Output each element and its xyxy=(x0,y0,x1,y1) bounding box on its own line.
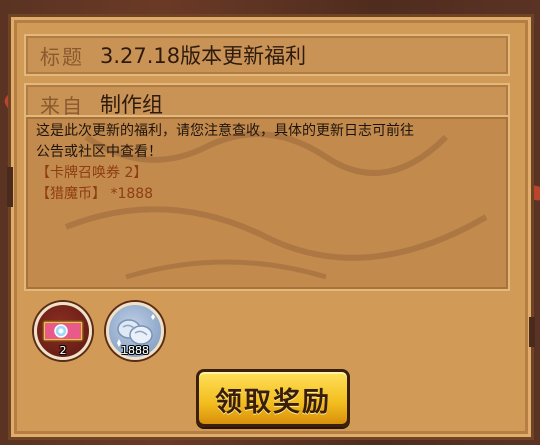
reward-line: 【猎魔币】 *1888 xyxy=(36,186,154,202)
message-line: 公告或社区中查看！ xyxy=(36,144,162,160)
attachment-card-summon-ticket[interactable]: 2 xyxy=(34,302,92,360)
reward-line: 【卡牌召唤券 2】 xyxy=(36,165,148,181)
attachment-demon-hunter-coin[interactable]: 1888 xyxy=(106,302,164,360)
message-body[interactable]: 这是此次更新的福利，请您注意查收，具体的更新日志可前往 公告或社区中查看！ 【卡… xyxy=(24,115,510,291)
title-field: 标题 3.27.18版本更新福利 xyxy=(24,34,510,76)
claim-reward-label: 领取奖励 xyxy=(215,387,331,418)
message-line: 这是此次更新的福利，请您注意查收，具体的更新日志可前往 xyxy=(36,123,414,139)
title-label: 标题 xyxy=(40,45,84,69)
claim-reward-button[interactable]: 领取奖励 xyxy=(196,369,350,427)
attachment-count: 2 xyxy=(59,344,67,357)
attachment-count: 1888 xyxy=(121,344,149,357)
message-text: 这是此次更新的福利，请您注意查收，具体的更新日志可前往 公告或社区中查看！ 【卡… xyxy=(36,121,500,205)
mail-title: 3.27.18版本更新福利 xyxy=(100,44,307,68)
